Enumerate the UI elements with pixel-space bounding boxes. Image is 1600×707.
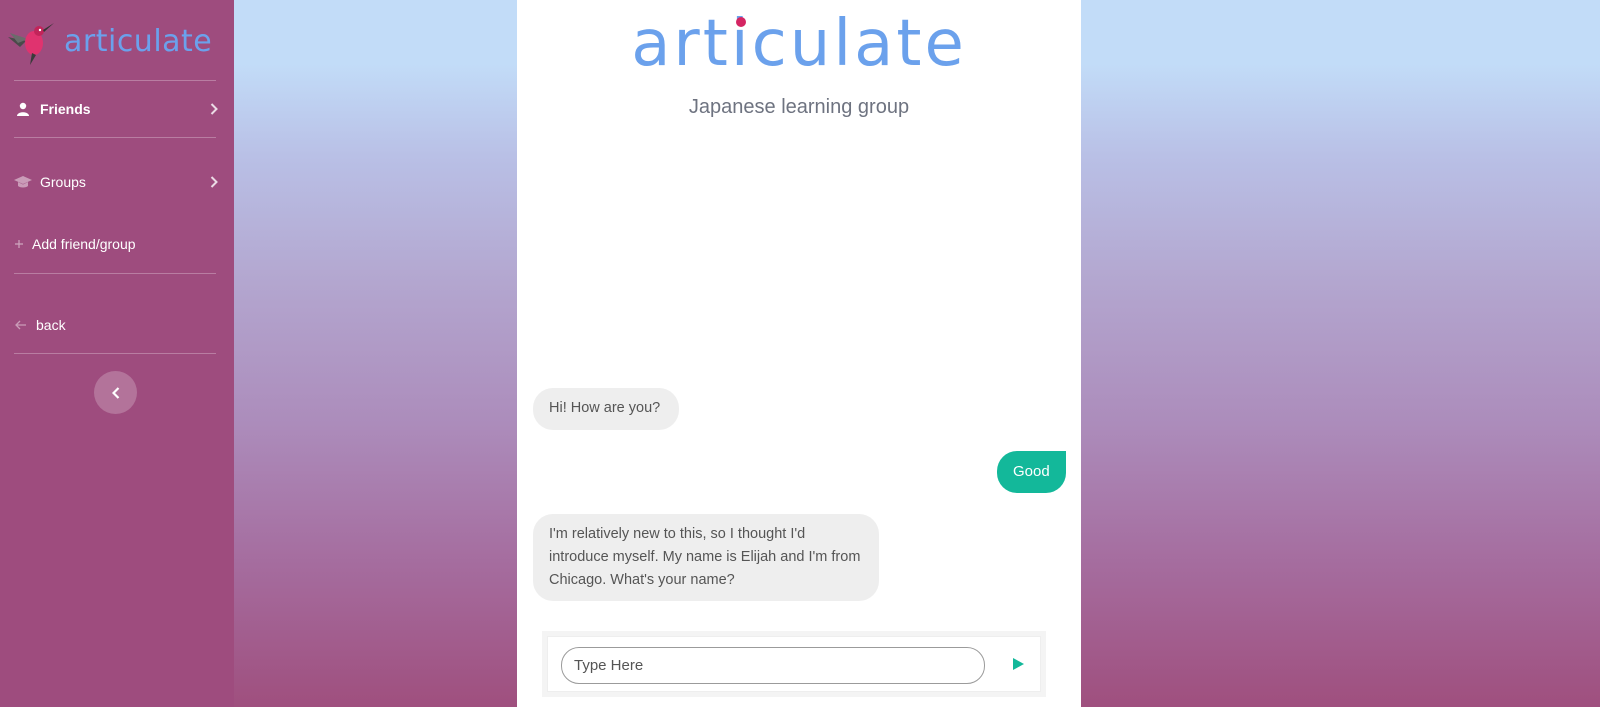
divider bbox=[14, 80, 216, 81]
logo-dot bbox=[736, 17, 746, 27]
brand-name: articulate bbox=[64, 23, 213, 59]
sidebar-item-label: Groups bbox=[40, 174, 86, 190]
chevron-right-icon bbox=[209, 102, 219, 116]
user-icon bbox=[14, 100, 32, 118]
sidebar-item-label: Add friend/group bbox=[32, 236, 136, 252]
chevron-left-icon bbox=[111, 386, 119, 399]
arrow-left-icon bbox=[14, 316, 28, 334]
send-button[interactable] bbox=[1006, 652, 1030, 676]
brand[interactable]: articulate bbox=[6, 16, 231, 66]
app-logo: articulate bbox=[631, 7, 967, 81]
back-button[interactable]: back bbox=[14, 310, 219, 340]
chat-panel: articulate Japanese learning group Hi! H… bbox=[517, 0, 1081, 707]
sidebar-item-label: Friends bbox=[40, 101, 91, 117]
sidebar: articulate Friends Groups Add friend/gro… bbox=[0, 0, 234, 707]
divider bbox=[14, 353, 216, 354]
add-friend-group-button[interactable]: Add friend/group bbox=[14, 229, 219, 259]
collapse-sidebar-button[interactable] bbox=[94, 371, 137, 414]
graduation-cap-icon bbox=[14, 173, 32, 191]
plus-icon bbox=[14, 235, 24, 253]
message-composer bbox=[547, 636, 1041, 692]
sidebar-item-friends[interactable]: Friends bbox=[14, 94, 219, 124]
divider bbox=[14, 273, 216, 274]
message-bubble-received: I'm relatively new to this, so I thought… bbox=[533, 514, 879, 601]
group-title: Japanese learning group bbox=[688, 96, 910, 118]
message-bubble-received: Hi! How are you? bbox=[533, 388, 679, 430]
sidebar-item-label: back bbox=[36, 317, 66, 333]
message-input[interactable] bbox=[561, 647, 985, 684]
hummingbird-icon bbox=[8, 23, 54, 65]
message-bubble-sent: Good bbox=[997, 451, 1066, 493]
divider bbox=[14, 137, 216, 138]
sidebar-item-groups[interactable]: Groups bbox=[14, 167, 219, 197]
chevron-right-icon bbox=[209, 175, 219, 189]
send-icon bbox=[1013, 658, 1024, 670]
